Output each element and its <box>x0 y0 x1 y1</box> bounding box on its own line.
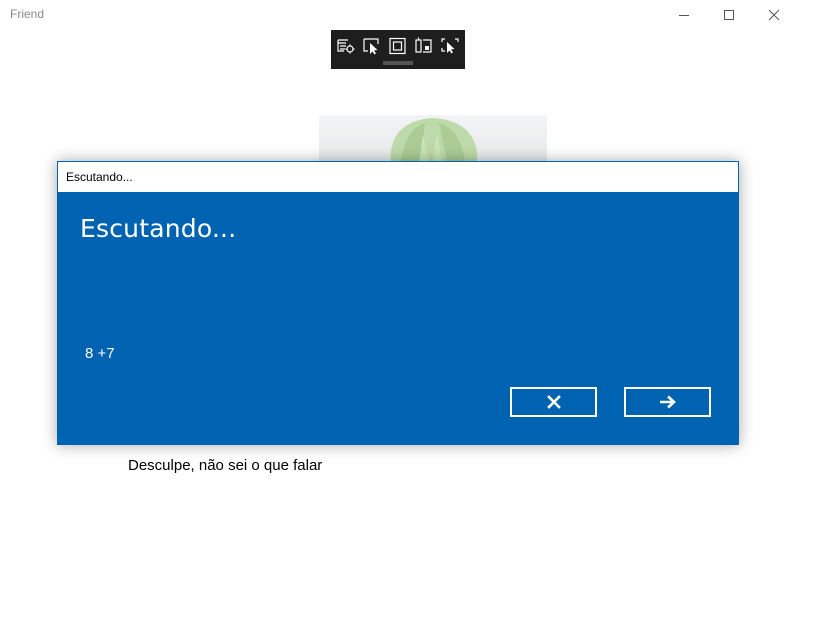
toolbar-drag-grip[interactable] <box>383 61 413 65</box>
dialog-body: Escutando... 8 +7 <box>57 192 739 445</box>
response-text: Desculpe, não sei o que falar <box>128 457 323 474</box>
dialog-header: Escutando... <box>57 161 739 192</box>
select-element-icon[interactable] <box>362 37 382 55</box>
close-icon <box>546 395 561 409</box>
hot-reload-icon[interactable] <box>440 37 460 55</box>
close-window-button[interactable] <box>751 0 797 30</box>
minimize-icon <box>679 15 689 16</box>
dialog-header-title: Escutando... <box>66 170 133 184</box>
display-layout-adorners-icon[interactable] <box>388 37 408 55</box>
live-visual-tree-icon[interactable] <box>336 37 356 55</box>
title-bar: Friend <box>0 0 819 30</box>
maximize-icon <box>724 10 734 20</box>
debug-toolbar <box>331 30 465 69</box>
maximize-button[interactable] <box>706 0 752 30</box>
recognized-speech-text: 8 +7 <box>85 345 115 362</box>
close-icon <box>768 9 780 21</box>
arrow-right-icon <box>659 395 676 409</box>
anime-avatar-image <box>319 115 547 162</box>
track-focused-element-icon[interactable] <box>414 37 434 55</box>
cancel-button[interactable] <box>510 387 597 417</box>
minimize-button[interactable] <box>661 0 707 30</box>
avatar-image <box>319 115 547 162</box>
continue-button[interactable] <box>624 387 711 417</box>
app-title: Friend <box>10 7 45 21</box>
dialog-title: Escutando... <box>80 214 237 243</box>
speech-recognition-dialog: Escutando... Escutando... 8 +7 <box>57 161 739 445</box>
